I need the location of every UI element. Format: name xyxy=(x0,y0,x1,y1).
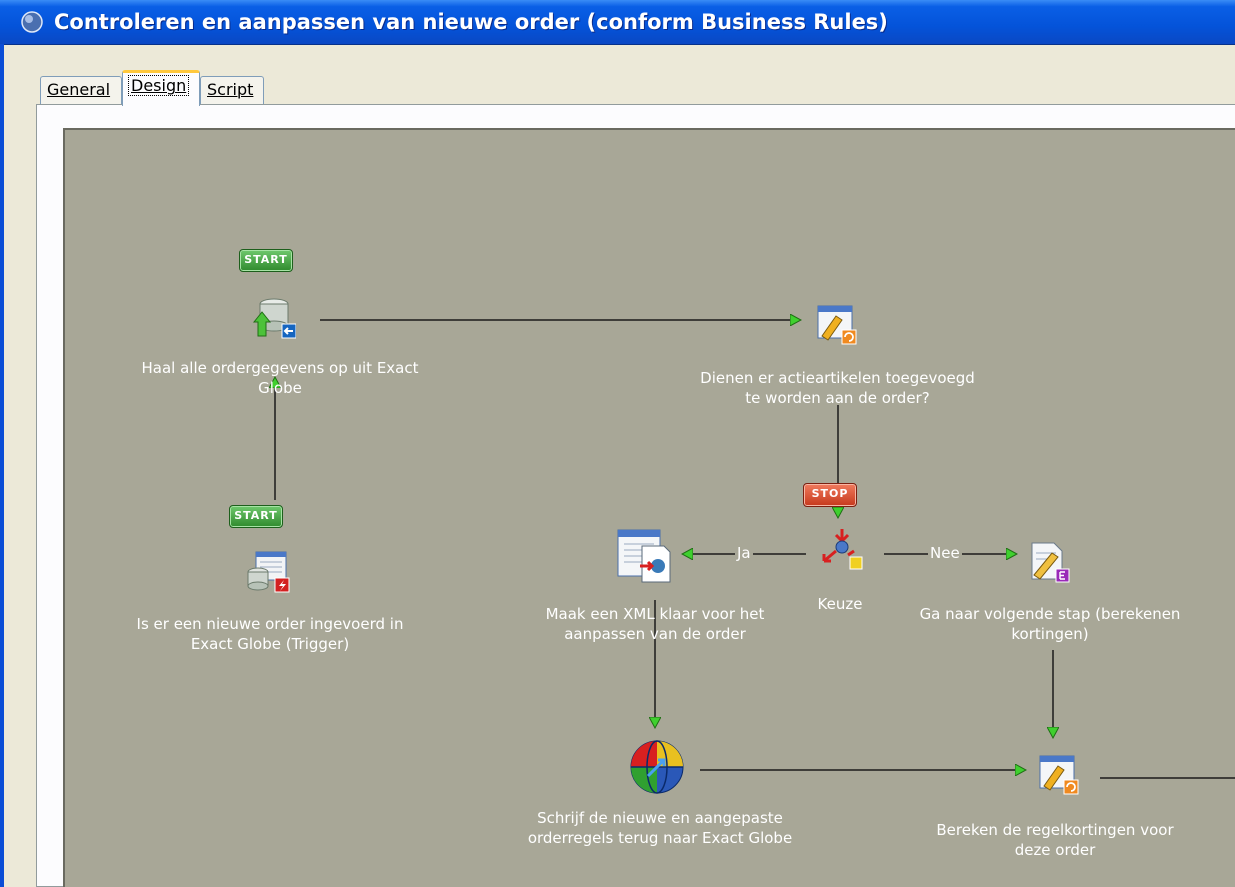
node-write-label: Schrijf de nieuwe en aangepaste orderreg… xyxy=(490,808,830,848)
node-question-label-line2: te worden aan de order? xyxy=(745,389,930,407)
script-task-icon[interactable] xyxy=(1036,752,1080,796)
start-badge: START xyxy=(239,249,293,272)
node-xml-label: Maak een XML klaar voor het aanpassen va… xyxy=(505,604,805,644)
node-discount-label: Bereken de regelkortingen voor deze orde… xyxy=(885,820,1225,860)
node-fetch-label-line2: Globe xyxy=(258,379,302,397)
start-badge: START xyxy=(229,505,283,528)
script-task-icon[interactable] xyxy=(814,302,858,346)
node-trigger-label: Is er een nieuwe order ingevoerd in Exac… xyxy=(100,614,440,654)
node-discount-label-line2: deze order xyxy=(1014,841,1096,859)
node-next-label-line2: kortingen) xyxy=(1011,625,1089,643)
node-question-label: Dienen er actieartikelen toegevoegd te w… xyxy=(665,368,1010,408)
node-fetch-label-line1: Haal alle ordergegevens op uit Exact xyxy=(141,359,419,377)
node-trigger-label-line1: Is er een nieuwe order ingevoerd in xyxy=(136,615,404,633)
edit-task-icon[interactable] xyxy=(1026,539,1070,583)
node-xml-label-line2: aanpassen van de order xyxy=(564,625,746,643)
node-next-label: Ga naar volgende stap (berekenen korting… xyxy=(880,604,1220,644)
xml-document-icon[interactable] xyxy=(614,526,674,586)
edge-label-yes: Ja xyxy=(735,544,753,562)
stop-badge: STOP xyxy=(803,483,857,507)
web-service-globe-icon[interactable] xyxy=(628,738,686,796)
tab-design-label: Design xyxy=(127,75,190,96)
node-discount-label-line1: Bereken de regelkortingen voor xyxy=(936,821,1174,839)
node-trigger-label-line2: Exact Globe (Trigger) xyxy=(190,635,350,653)
node-fetch-label: Haal alle ordergegevens op uit Exact Glo… xyxy=(110,358,450,398)
node-choice-label: Keuze xyxy=(790,594,890,614)
node-xml-label-line1: Maak een XML klaar voor het xyxy=(545,605,765,623)
node-question-label-line1: Dienen er actieartikelen toegevoegd xyxy=(700,369,975,387)
database-import-icon[interactable] xyxy=(252,296,296,340)
node-choice-label-line1: Keuze xyxy=(817,595,863,613)
database-trigger-icon[interactable] xyxy=(246,550,290,594)
node-next-label-line1: Ga naar volgende stap (berekenen xyxy=(919,605,1181,623)
edge-label-no: Nee xyxy=(928,544,962,562)
node-write-label-line1: Schrijf de nieuwe en aangepaste xyxy=(537,809,783,827)
node-write-label-line2: orderregels terug naar Exact Globe xyxy=(527,829,793,847)
tab-design[interactable]: Design xyxy=(122,70,200,106)
decision-icon[interactable] xyxy=(820,527,864,571)
